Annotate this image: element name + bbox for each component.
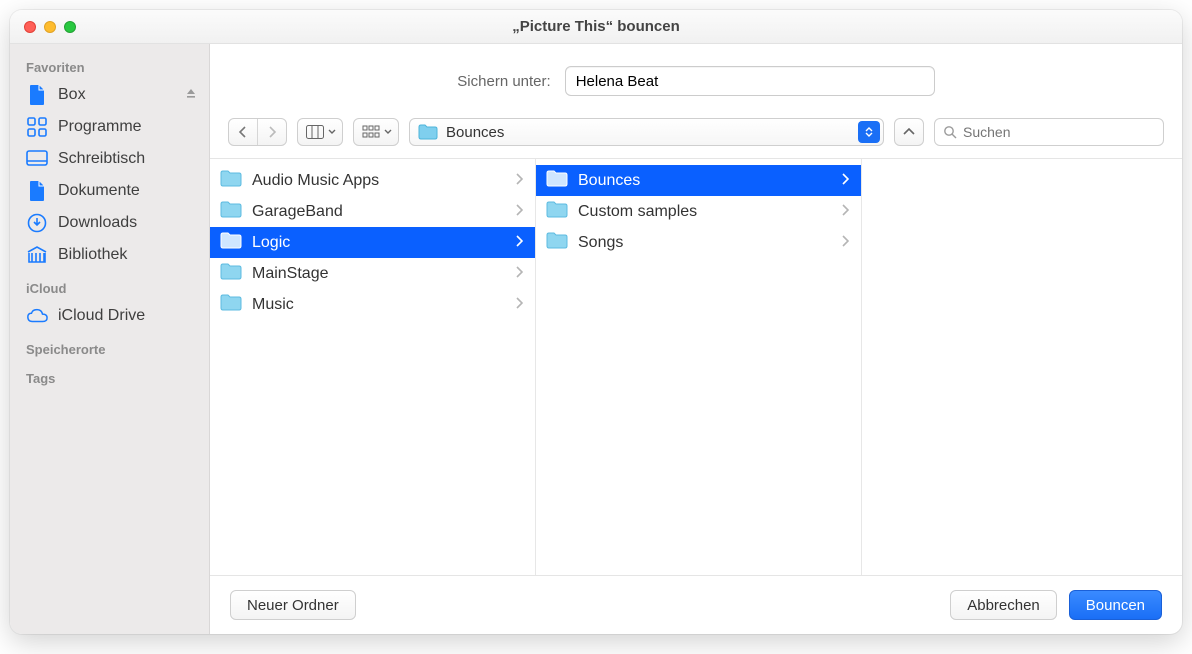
sidebar-item-label: Programme [58,118,142,136]
main-pane: Sichern unter: [210,44,1182,634]
folder-row[interactable]: Custom samples [536,196,861,227]
chevron-right-icon [841,172,849,190]
save-row: Sichern unter: [210,44,1182,106]
folder-icon [546,231,568,254]
chevron-right-icon [515,203,523,221]
folder-label: Music [252,296,294,314]
close-window-button[interactable] [24,21,36,33]
window-title: „Picture This“ bouncen [10,18,1182,35]
save-dialog-window: „Picture This“ bouncen Favoriten Box Progr… [10,10,1182,634]
desktop-icon [26,148,48,170]
sidebar-item[interactable]: iCloud Drive [10,300,209,332]
sidebar-item-label: Dokumente [58,182,140,200]
location-popup[interactable]: Bounces [409,118,884,146]
download-icon [26,212,48,234]
browser-column: Audio Music Apps GarageBand Logic MainStage… [210,159,536,575]
folder-icon [418,124,438,140]
folder-row[interactable]: Bounces [536,165,861,196]
chevron-right-icon [515,234,523,252]
folder-row[interactable]: Music [210,289,535,320]
chevron-right-icon [515,265,523,283]
view-grid-button[interactable] [353,118,399,146]
sidebar: Favoriten Box Programme Schreibtisch Dokumen… [10,44,210,634]
save-as-label: Sichern unter: [457,73,550,90]
zoom-window-button[interactable] [64,21,76,33]
sidebar-item-label: Schreibtisch [58,150,145,168]
titlebar: „Picture This“ bouncen [10,10,1182,44]
window-controls [10,21,76,33]
forward-button[interactable] [257,119,286,145]
document-icon [26,180,48,202]
folder-icon [546,200,568,223]
sidebar-item[interactable]: Dokumente [10,175,209,207]
sidebar-item[interactable]: Schreibtisch [10,143,209,175]
sidebar-item[interactable]: Box [10,79,209,111]
sidebar-item-label: Downloads [58,214,137,232]
folder-row[interactable]: GarageBand [210,196,535,227]
chevron-right-icon [267,126,277,138]
sidebar-item[interactable]: Bibliothek [10,239,209,271]
folder-row[interactable]: Logic [210,227,535,258]
chevron-down-icon [384,129,392,135]
chevron-right-icon [515,296,523,314]
collapse-browser-button[interactable] [894,118,924,146]
chevron-right-icon [515,172,523,190]
chevron-left-icon [238,126,248,138]
grid-view-icon [362,125,380,139]
footer: Neuer Ordner Abbrechen Bouncen [210,576,1182,634]
apps-icon [26,116,48,138]
chevron-right-icon [841,203,849,221]
chevron-down-icon [328,129,336,135]
confirm-button[interactable]: Bouncen [1069,590,1162,620]
sidebar-section-header: Tags [10,361,209,390]
back-button[interactable] [229,119,257,145]
toolbar: Bounces [210,106,1182,159]
sidebar-item[interactable]: Programme [10,111,209,143]
sidebar-item-label: iCloud Drive [58,307,145,325]
sidebar-section-header: Speicherorte [10,332,209,361]
chevron-right-icon [841,234,849,252]
sidebar-item-label: Bibliothek [58,246,127,264]
sidebar-section-header: Favoriten [10,50,209,79]
chevron-up-icon [903,128,915,136]
browser-column: Bounces Custom samples Songs [536,159,862,575]
location-stepper-icon [858,121,880,143]
eject-icon[interactable] [185,86,197,104]
folder-label: GarageBand [252,203,343,221]
folder-label: Songs [578,234,623,252]
folder-row[interactable]: Songs [536,227,861,258]
sidebar-section-header: iCloud [10,271,209,300]
folder-icon [220,200,242,223]
search-input[interactable] [963,124,1155,140]
folder-icon [220,231,242,254]
folder-row[interactable]: MainStage [210,258,535,289]
folder-icon [220,262,242,285]
column-browser: Audio Music Apps GarageBand Logic MainStage… [210,159,1182,576]
sidebar-item[interactable]: Downloads [10,207,209,239]
folder-label: Bounces [578,172,640,190]
folder-icon [546,169,568,192]
browser-column [862,159,1182,575]
filename-input[interactable] [565,66,935,96]
folder-row[interactable]: Audio Music Apps [210,165,535,196]
view-columns-button[interactable] [297,118,343,146]
library-icon [26,244,48,266]
search-icon [943,125,957,139]
folder-label: Custom samples [578,203,697,221]
nav-back-forward [228,118,287,146]
folder-label: MainStage [252,265,329,283]
cloud-icon [26,305,48,327]
columns-view-icon [306,125,324,139]
new-folder-button[interactable]: Neuer Ordner [230,590,356,620]
document-icon [26,84,48,106]
search-field[interactable] [934,118,1164,146]
folder-icon [220,293,242,316]
folder-label: Audio Music Apps [252,172,379,190]
location-label: Bounces [446,124,850,141]
sidebar-item-label: Box [58,86,86,104]
folder-label: Logic [252,234,290,252]
cancel-button[interactable]: Abbrechen [950,590,1057,620]
folder-icon [220,169,242,192]
minimize-window-button[interactable] [44,21,56,33]
